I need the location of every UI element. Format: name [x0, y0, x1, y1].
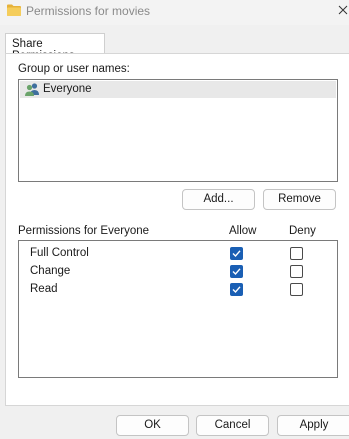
users-icon: [25, 83, 39, 96]
ok-button[interactable]: OK: [116, 415, 189, 436]
folder-icon: [7, 4, 21, 16]
permission-name: Read: [30, 283, 58, 295]
close-icon: [338, 5, 348, 15]
checkmark-icon: [232, 250, 241, 258]
user-name: Everyone: [43, 83, 92, 95]
remove-button[interactable]: Remove: [263, 189, 336, 210]
title-bar: Permissions for movies: [0, 0, 349, 25]
permissions-for-label: Permissions for Everyone: [18, 225, 150, 237]
allow-header: Allow: [229, 225, 257, 237]
add-button[interactable]: Add...: [182, 189, 255, 210]
allow-checkbox-read[interactable]: [230, 283, 243, 296]
deny-header: Deny: [289, 225, 316, 237]
permission-row-change: Change: [20, 263, 336, 281]
close-button[interactable]: [330, 0, 349, 22]
allow-checkbox-full-control[interactable]: [230, 247, 243, 260]
tab-share-permissions[interactable]: Share Permissions: [5, 33, 105, 62]
cancel-button[interactable]: Cancel: [196, 415, 269, 436]
permission-row-read: Read: [20, 281, 336, 299]
checkmark-icon: [232, 286, 241, 294]
users-listbox[interactable]: Everyone: [18, 79, 338, 182]
group-or-user-names-label: Group or user names:: [18, 63, 130, 75]
window-title: Permissions for movies: [26, 4, 151, 18]
permission-row-full-control: Full Control: [20, 245, 336, 263]
deny-checkbox-change[interactable]: [290, 265, 303, 278]
permissions-list: Full Control Change Read: [18, 240, 338, 378]
list-item[interactable]: Everyone: [20, 81, 336, 98]
permission-name: Change: [30, 265, 71, 277]
apply-button[interactable]: Apply: [277, 415, 349, 436]
allow-checkbox-change[interactable]: [230, 265, 243, 278]
checkmark-icon: [232, 268, 241, 276]
deny-checkbox-read[interactable]: [290, 283, 303, 296]
permission-name: Full Control: [30, 247, 89, 259]
deny-checkbox-full-control[interactable]: [290, 247, 303, 260]
